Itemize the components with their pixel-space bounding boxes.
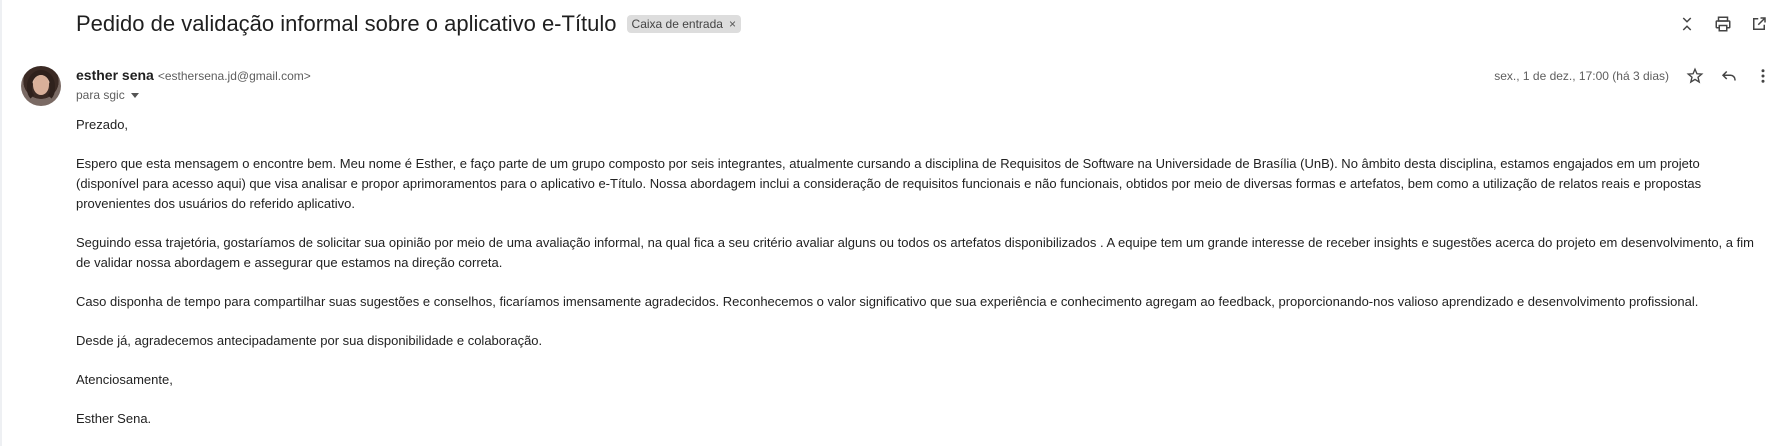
thread-actions — [1675, 12, 1771, 36]
sender-line: esther sena <esthersena.jd@gmail.com> — [76, 67, 311, 83]
show-details-icon[interactable] — [130, 92, 139, 98]
body-paragraph-4: Desde já, agradecemos antecipadamente po… — [76, 333, 543, 348]
body-paragraph-3: Caso disponha de tempo para compartilhar… — [76, 294, 1699, 309]
collapse-all-button[interactable] — [1675, 12, 1699, 36]
body-greeting: Prezado, — [76, 117, 129, 132]
body-paragraph-2: Seguindo essa trajetória, gostaríamos de… — [76, 235, 1754, 270]
open-in-new-window-button[interactable] — [1747, 12, 1771, 36]
subject-row: Pedido de validação informal sobre o apl… — [76, 8, 741, 40]
email-subject: Pedido de validação informal sobre o apl… — [76, 11, 617, 36]
email-body: Prezado, Espero que esta mensagem o enco… — [76, 115, 1766, 446]
remove-label-button[interactable]: × — [729, 17, 736, 31]
reply-button[interactable] — [1717, 64, 1741, 88]
label-chip-text: Caixa de entrada — [631, 17, 723, 31]
email-view: Pedido de validação informal sobre o apl… — [0, 0, 1783, 446]
sender-name[interactable]: esther sena — [76, 67, 154, 83]
message-date: sex., 1 de dez., 17:00 (há 3 dias) — [1494, 69, 1669, 83]
sender-email: <esthersena.jd@gmail.com> — [157, 69, 311, 83]
message-meta: sex., 1 de dez., 17:00 (há 3 dias) — [1494, 64, 1775, 88]
print-button[interactable] — [1711, 12, 1735, 36]
reply-icon — [1721, 70, 1736, 81]
collapse-icon — [1682, 17, 1692, 31]
recipient-line: para sgic — [76, 88, 139, 102]
body-closing: Atenciosamente, — [76, 372, 173, 387]
open-in-new-window-icon — [1753, 17, 1766, 30]
body-signature: Esther Sena. — [76, 411, 152, 426]
star-button[interactable] — [1683, 64, 1707, 88]
sender-avatar[interactable] — [21, 66, 61, 106]
more-vert-icon — [1761, 69, 1765, 83]
star-icon — [1686, 67, 1704, 84]
body-paragraph-1: Espero que esta mensagem o encontre bem.… — [76, 156, 1702, 211]
print-icon — [1715, 16, 1731, 32]
recipient-text: para sgic — [76, 88, 125, 102]
more-options-button[interactable] — [1751, 64, 1775, 88]
inbox-label-chip[interactable]: Caixa de entrada × — [626, 15, 741, 33]
